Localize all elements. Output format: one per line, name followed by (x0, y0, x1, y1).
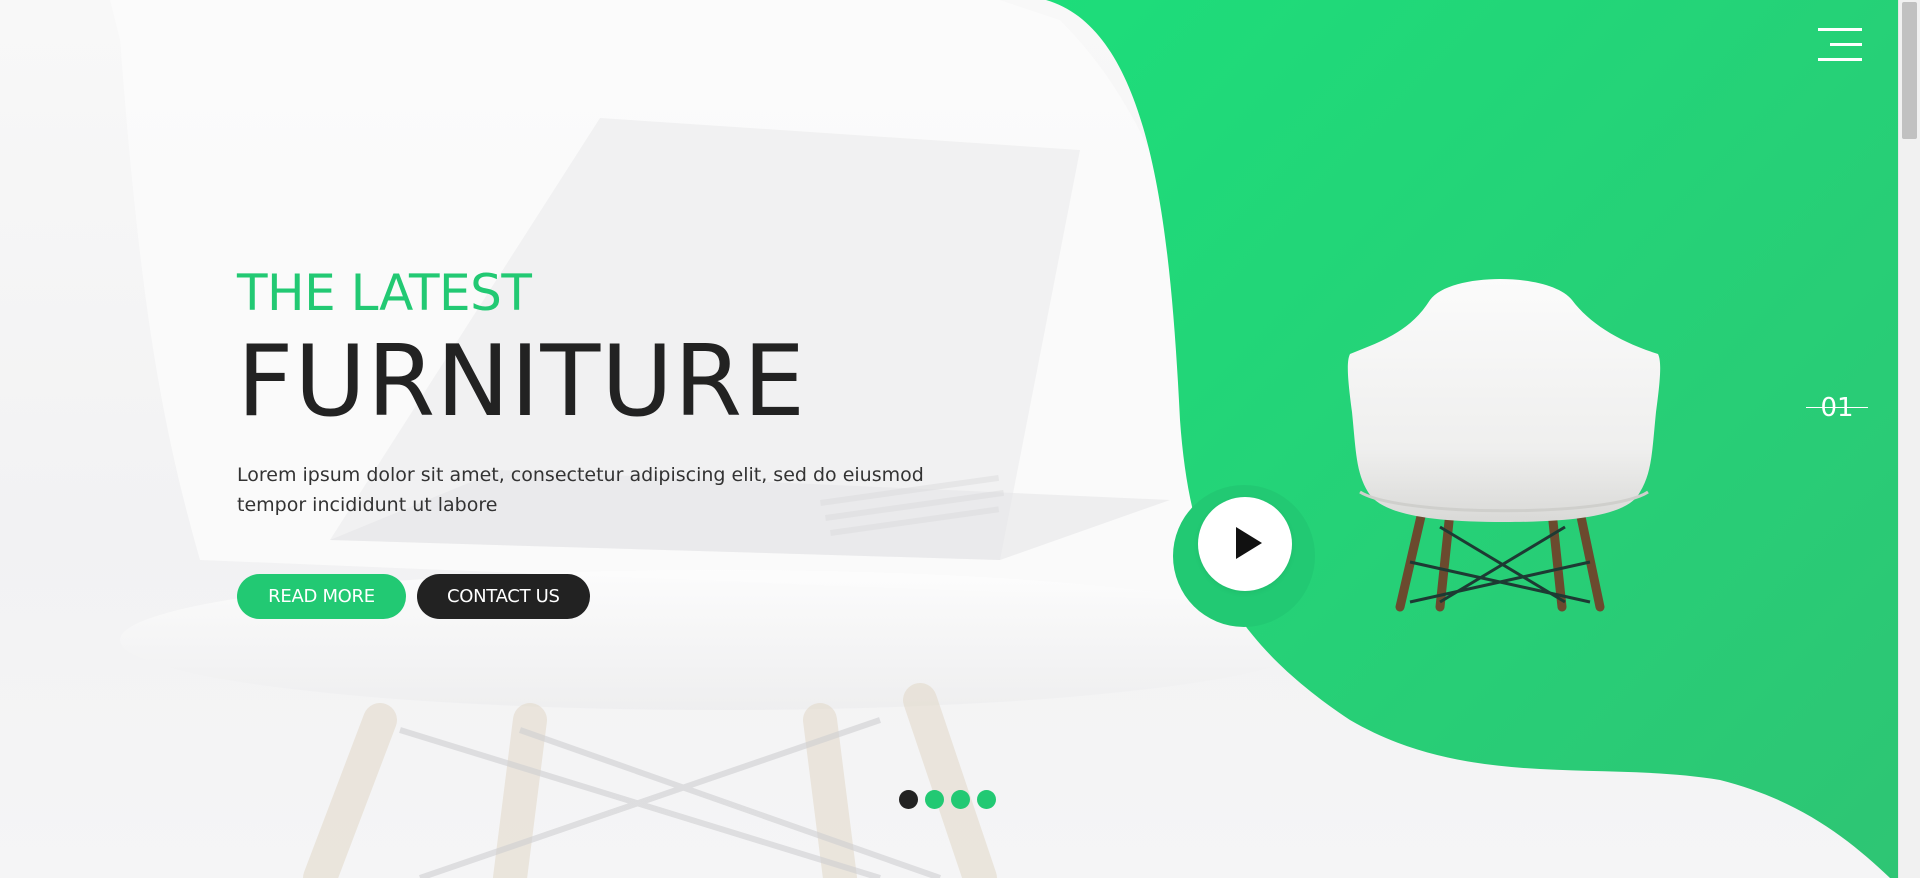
chair-product-image (1347, 279, 1661, 612)
hero-slider: THE LATEST FURNITURE Lorem ipsum dolor s… (0, 0, 1920, 878)
hero-content: THE LATEST FURNITURE Lorem ipsum dolor s… (237, 262, 957, 619)
hero-eyebrow: THE LATEST (237, 264, 532, 322)
read-more-button[interactable]: READ MORE (237, 574, 406, 619)
menu-line (1818, 28, 1862, 31)
menu-line (1830, 43, 1862, 46)
page-scrollbar[interactable] (1898, 0, 1920, 878)
hamburger-menu-icon[interactable] (1817, 26, 1862, 64)
scrollbar-thumb[interactable] (1902, 2, 1917, 139)
hero-lead-text: Lorem ipsum dolor sit amet, consectetur … (237, 464, 924, 516)
menu-line (1818, 58, 1862, 61)
hero-headline: FURNITURE (237, 325, 807, 439)
slider-dot-3[interactable] (951, 790, 970, 809)
hero-buttons: READ MORE CONTACT US (237, 574, 957, 619)
play-icon (1236, 527, 1262, 559)
contact-us-button[interactable]: CONTACT US (417, 574, 590, 619)
slider-dot-4[interactable] (977, 790, 996, 809)
slider-dot-2[interactable] (925, 790, 944, 809)
slider-dots (899, 790, 996, 809)
play-button[interactable] (1198, 497, 1292, 591)
slider-dot-1[interactable] (899, 790, 918, 809)
slide-number: 01 (1820, 393, 1854, 423)
